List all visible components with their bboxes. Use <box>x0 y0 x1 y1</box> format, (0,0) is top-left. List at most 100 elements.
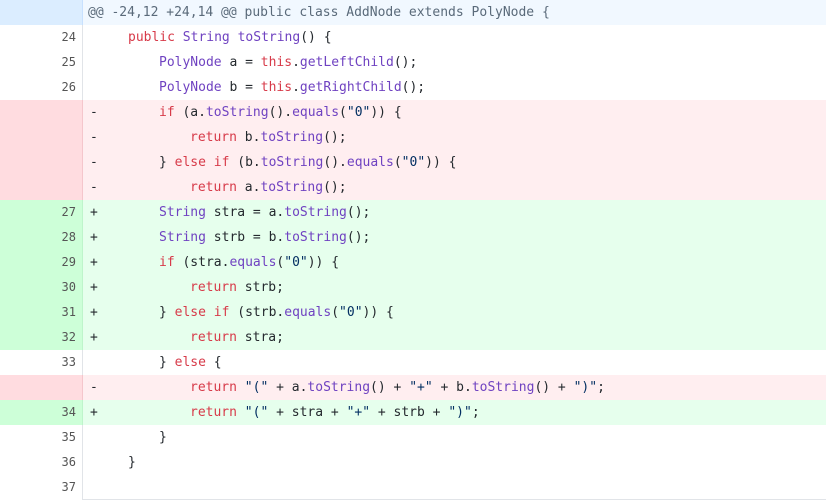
code-text: return a.toString(); <box>97 175 347 200</box>
code-token: this <box>260 55 293 70</box>
code-token: (); <box>401 80 426 95</box>
code-text: return "(" + stra + "+" + strb + ")"; <box>97 400 480 425</box>
code-text: String strb = b.toString(); <box>97 225 370 250</box>
hunk-header: @@ -24,12 +24,14 @@ public class AddNode… <box>88 5 550 20</box>
code-token: PolyNode <box>159 55 230 70</box>
code-token: (); <box>393 55 418 70</box>
code-token: ")" <box>573 380 598 395</box>
code-token: equals <box>292 105 340 120</box>
code-token: ; <box>597 380 605 395</box>
line-number[interactable] <box>0 100 83 125</box>
code-token: ( <box>393 155 402 170</box>
deleted-line: - return b.toString(); <box>0 125 826 150</box>
code-token: String <box>182 30 238 45</box>
code-token: "0" <box>346 105 371 120</box>
code-token: ; <box>471 405 480 420</box>
code-token: + stra + <box>268 405 347 420</box>
code-token: stra = a. <box>213 205 285 220</box>
line-number[interactable]: 27 <box>0 200 83 225</box>
context-line: 33 } else { <box>0 350 826 375</box>
code-token: { <box>213 355 222 370</box>
line-number[interactable]: 25 <box>0 50 83 75</box>
line-number[interactable]: 32 <box>0 325 83 350</box>
code-token: "+" <box>346 405 371 420</box>
line-number[interactable] <box>0 175 83 200</box>
code-token: )) { <box>307 255 340 270</box>
added-line: 27 + String stra = a.toString(); <box>0 200 826 225</box>
code-token: String <box>159 230 214 245</box>
code-token: )) { <box>362 305 394 320</box>
code-token: (). <box>268 105 293 120</box>
context-line: 37 <box>0 475 826 500</box>
code-token: ( <box>339 105 347 120</box>
line-number[interactable] <box>0 150 83 175</box>
code-token: } <box>159 155 175 170</box>
code-token: equals <box>346 155 394 170</box>
code-token: (); <box>323 180 347 195</box>
code-token: + strb + <box>370 405 449 420</box>
code-token: (); <box>346 205 371 220</box>
context-line: 36} <box>0 450 826 475</box>
added-line: 32 + return stra; <box>0 325 826 350</box>
line-number[interactable]: 30 <box>0 275 83 300</box>
code-text: } else { <box>97 350 222 375</box>
code-text: return stra; <box>97 325 284 350</box>
code-token: public <box>128 30 183 45</box>
code-token: (); <box>323 130 347 145</box>
code-token: (); <box>346 230 371 245</box>
code-token: (). <box>323 155 347 170</box>
line-number[interactable]: 31 <box>0 300 83 325</box>
code-token: toString <box>237 30 301 45</box>
code-token: if <box>159 255 183 270</box>
code-token: equals <box>284 305 332 320</box>
line-number[interactable]: 36 <box>0 450 83 475</box>
code-token: return <box>190 280 245 295</box>
code-token: "0" <box>284 255 308 270</box>
code-token: this <box>260 80 293 95</box>
line-number[interactable]: 24 <box>0 25 83 50</box>
code-token: toString <box>260 155 324 170</box>
code-token: strb = b. <box>213 230 285 245</box>
added-line: 31 +} else if (strb.equals("0")) { <box>0 300 826 325</box>
code-token: strb; <box>244 280 284 295</box>
line-number[interactable] <box>0 375 83 400</box>
code-token: "0" <box>339 305 363 320</box>
deleted-line: -} else if (b.toString().equals("0")) { <box>0 150 826 175</box>
line-number[interactable]: 33 <box>0 350 83 375</box>
code-token: toString <box>284 230 347 245</box>
code-token: )) { <box>370 105 402 120</box>
code-token: String <box>159 205 214 220</box>
line-number[interactable]: 28 <box>0 225 83 250</box>
line-number[interactable]: 34 <box>0 400 83 425</box>
line-number[interactable] <box>0 125 83 150</box>
context-line: 26 PolyNode b = this.getRightChild(); <box>0 75 826 100</box>
code-token: . <box>292 55 300 70</box>
code-text: } else if (b.toString().equals("0")) { <box>97 150 456 175</box>
line-number[interactable]: 37 <box>0 475 83 500</box>
code-text: String stra = a.toString(); <box>97 200 370 225</box>
added-line: 28 + String strb = b.toString(); <box>0 225 826 250</box>
hunk-header-row: @@ -24,12 +24,14 @@ public class AddNode… <box>0 0 826 25</box>
code-token: b = <box>229 80 261 95</box>
code-text: } <box>97 425 167 450</box>
code-text: return strb; <box>97 275 284 300</box>
code-token: toString <box>260 130 324 145</box>
line-number[interactable]: 26 <box>0 75 83 100</box>
code-token: (a. <box>182 105 206 120</box>
added-line: 29 + if (stra.equals("0")) { <box>0 250 826 275</box>
code-text: if (stra.equals("0")) { <box>97 250 339 275</box>
code-token: return <box>190 405 245 420</box>
code-text: } else if (strb.equals("0")) { <box>97 300 394 325</box>
code-token: else if <box>174 305 238 320</box>
code-token: equals <box>229 255 277 270</box>
code-token: else if <box>174 155 238 170</box>
diff-view: @@ -24,12 +24,14 @@ public class AddNode… <box>0 0 826 500</box>
code-token: } <box>128 455 136 470</box>
code-token: + b. <box>432 380 472 395</box>
deleted-line: - return "(" + a.toString() + "+" + b.toS… <box>0 375 826 400</box>
line-number[interactable]: 35 <box>0 425 83 450</box>
code-token: "(" <box>244 405 269 420</box>
code-token: () + <box>370 380 410 395</box>
line-number[interactable]: 29 <box>0 250 83 275</box>
context-line: 35} <box>0 425 826 450</box>
